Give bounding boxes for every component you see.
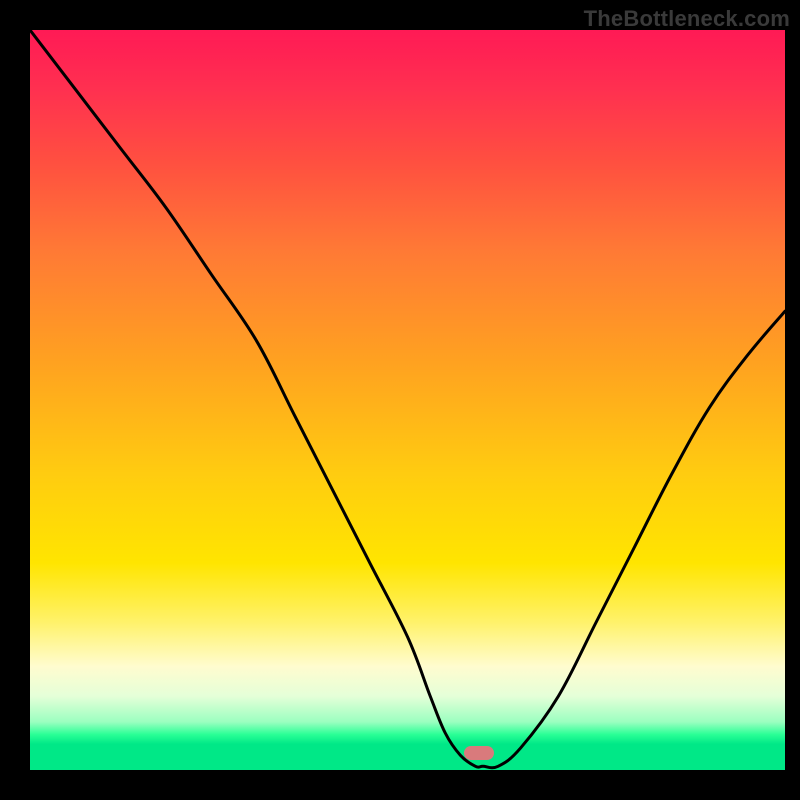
chart-frame: TheBottleneck.com bbox=[0, 0, 800, 800]
watermark-text: TheBottleneck.com bbox=[584, 6, 790, 32]
plot-area bbox=[30, 30, 785, 770]
bottleneck-curve bbox=[30, 30, 785, 770]
selected-point-marker bbox=[464, 746, 494, 760]
